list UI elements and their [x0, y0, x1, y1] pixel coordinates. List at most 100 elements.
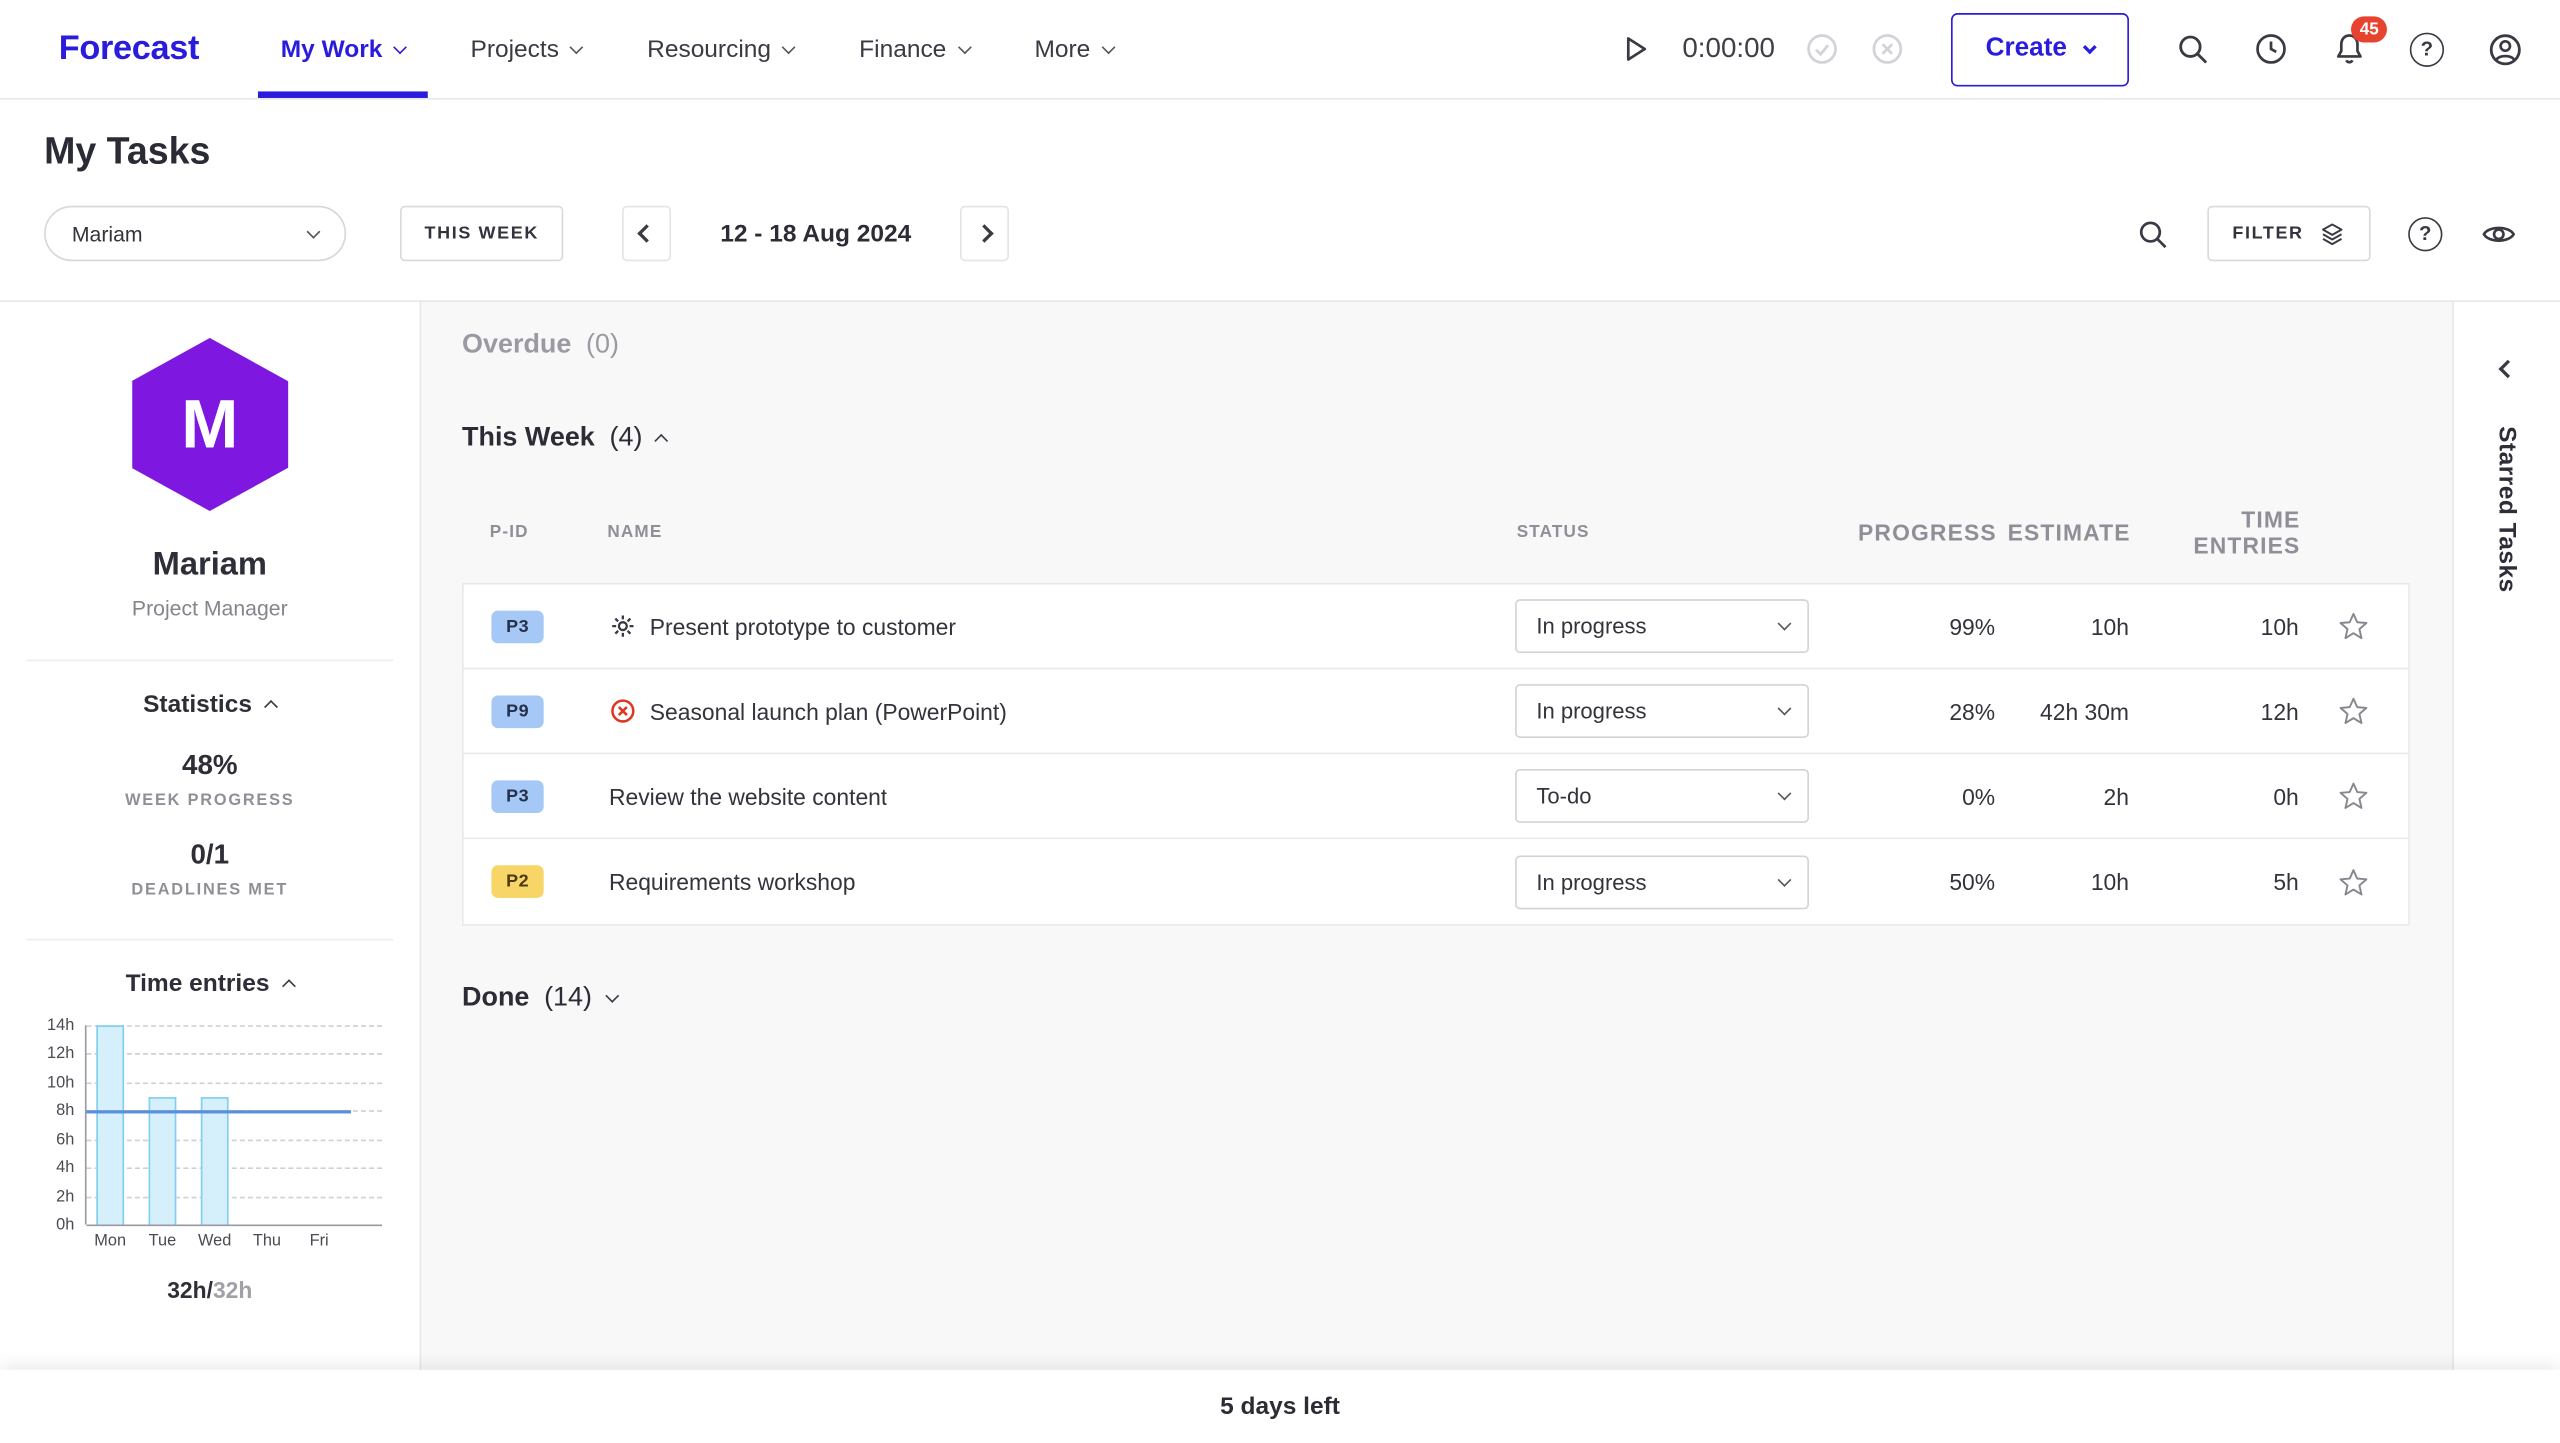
nav-item-resourcing[interactable]: Resourcing	[647, 0, 794, 98]
avatar-letter: M	[181, 385, 238, 463]
status-dropdown[interactable]: In progress	[1515, 599, 1809, 653]
task-name[interactable]: Seasonal launch plan (PowerPoint)	[650, 698, 1007, 724]
status-value: To-do	[1536, 784, 1591, 808]
task-search-icon[interactable]	[2136, 216, 2170, 250]
table-row: P9 Seasonal launch plan (PowerPoint) In …	[464, 669, 2408, 754]
status-cell: In progress	[1515, 684, 1842, 738]
done-count: (14)	[544, 983, 592, 1014]
forecast-logo[interactable]: Forecast	[59, 29, 199, 68]
expand-starred-panel-button[interactable]	[2500, 354, 2513, 383]
this-week-label: This Week	[462, 423, 595, 454]
blocked-icon	[609, 697, 637, 725]
previous-week-button[interactable]	[622, 206, 671, 262]
progress-cell: 50%	[1842, 869, 1995, 895]
task-name[interactable]: Requirements workshop	[609, 869, 855, 895]
expand-section-icon[interactable]	[605, 989, 619, 1003]
nav-item-projects[interactable]: Projects	[471, 0, 582, 98]
done-label: Done	[462, 983, 529, 1014]
statistics-section-header: Statistics	[143, 691, 276, 719]
project-id-badge: P9	[491, 695, 543, 728]
collapse-section-icon[interactable]	[655, 434, 669, 448]
timer-done-icon[interactable]	[1804, 31, 1840, 67]
star-icon[interactable]	[2338, 780, 2369, 811]
pid-cell: P3	[491, 610, 609, 643]
progress-cell: 28%	[1842, 698, 1995, 724]
column-header-estimate: ESTIMATE	[1997, 519, 2131, 545]
chevron-up-icon[interactable]	[265, 700, 279, 714]
column-header-status: STATUS	[1517, 522, 1844, 542]
chevron-down-icon	[1101, 40, 1115, 54]
task-name[interactable]: Review the website content	[609, 783, 887, 809]
pid-cell: P9	[491, 695, 609, 728]
status-cell: To-do	[1515, 769, 1842, 823]
person-role: Project Manager	[0, 596, 420, 620]
overdue-section-header: Overdue (0)	[462, 330, 2410, 361]
status-value: In progress	[1536, 699, 1646, 723]
nav-item-label: Finance	[859, 35, 946, 63]
this-week-button[interactable]: THIS WEEK	[400, 206, 563, 262]
create-button-label: Create	[1986, 34, 2067, 63]
nav-item-label: More	[1034, 35, 1090, 63]
time-entries-section-header: Time entries	[126, 970, 294, 998]
table-row: P3 Present prototype to customer In prog…	[464, 584, 2408, 669]
next-week-button[interactable]	[960, 206, 1009, 262]
nav-item-more[interactable]: More	[1034, 0, 1113, 98]
create-button[interactable]: Create	[1951, 12, 2129, 85]
help-icon[interactable]	[2410, 32, 2444, 66]
filter-button[interactable]: FILTER	[2208, 206, 2371, 262]
date-navigation: 12 - 18 Aug 2024	[622, 206, 1009, 262]
person-filter-dropdown[interactable]: Mariam	[44, 206, 346, 262]
top-navigation-bar: Forecast My Work Projects Resourcing Fin…	[0, 0, 2560, 100]
avatar: M	[131, 338, 288, 511]
time-entries-cell: 0h	[2129, 783, 2299, 809]
page-title: My Tasks	[44, 129, 2517, 173]
tasks-table: P3 Present prototype to customer In prog…	[462, 583, 2410, 926]
chevron-up-icon[interactable]	[282, 979, 296, 993]
star-cell	[2299, 866, 2408, 897]
time-entries-chart: 14h12h10h8h6h4h2h0h MonTueWedThuFri	[25, 1025, 394, 1250]
layers-icon	[2318, 220, 2346, 248]
timer-cancel-icon[interactable]	[1870, 31, 1906, 67]
account-icon[interactable]	[2487, 30, 2525, 68]
status-dropdown[interactable]: In progress	[1515, 684, 1809, 738]
timer-play-icon[interactable]	[1617, 31, 1653, 67]
task-name[interactable]: Present prototype to customer	[650, 613, 956, 639]
nav-item-label: Resourcing	[647, 35, 771, 63]
chevron-down-icon	[307, 224, 321, 238]
week-progress-label: WEEK PROGRESS	[0, 792, 420, 810]
pid-cell: P3	[491, 780, 609, 813]
done-section-header: Done (14)	[462, 983, 2410, 1014]
search-icon[interactable]	[2175, 31, 2211, 67]
column-header-progress: PROGRESS	[1843, 519, 1996, 545]
estimate-cell: 10h	[1995, 613, 2129, 639]
status-dropdown[interactable]: To-do	[1515, 769, 1809, 823]
eye-icon[interactable]	[2480, 215, 2518, 253]
filter-button-label: FILTER	[2232, 224, 2303, 244]
star-icon[interactable]	[2338, 696, 2369, 727]
table-header: P-ID NAME STATUS PROGRESS ESTIMATE TIME …	[462, 506, 2410, 558]
chevron-down-icon	[1778, 872, 1792, 886]
project-id-badge: P3	[491, 610, 543, 643]
nav-icon-cluster: 45	[2175, 30, 2524, 68]
chart-reference-line	[86, 1110, 350, 1113]
time-entries-plot	[84, 1025, 381, 1224]
nav-item-finance[interactable]: Finance	[859, 0, 969, 98]
header-help-icon[interactable]	[2408, 216, 2442, 250]
starred-tasks-label[interactable]: Starred Tasks	[2493, 426, 2521, 593]
notifications-bell[interactable]: 45	[2331, 31, 2367, 67]
app-window: Forecast My Work Projects Resourcing Fin…	[0, 0, 2560, 1443]
tasks-main: Overdue (0) This Week (4) P-ID NAME STAT…	[421, 302, 2452, 1443]
star-icon[interactable]	[2338, 866, 2369, 897]
task-name-cell: Review the website content	[609, 783, 1515, 809]
clock-icon[interactable]	[2253, 31, 2289, 67]
star-cell	[2299, 696, 2408, 727]
status-dropdown[interactable]: In progress	[1515, 855, 1809, 909]
progress-cell: 99%	[1842, 613, 1995, 639]
days-left-label: 5 days left	[1220, 1393, 1340, 1421]
pid-cell: P2	[491, 865, 609, 898]
nav-item-my-work[interactable]: My Work	[281, 0, 405, 98]
time-total-capacity: 32h	[213, 1277, 252, 1303]
star-icon[interactable]	[2338, 611, 2369, 642]
chevron-down-icon	[2083, 40, 2097, 54]
chart-x-axis: MonTueWedThuFri	[84, 1233, 381, 1251]
